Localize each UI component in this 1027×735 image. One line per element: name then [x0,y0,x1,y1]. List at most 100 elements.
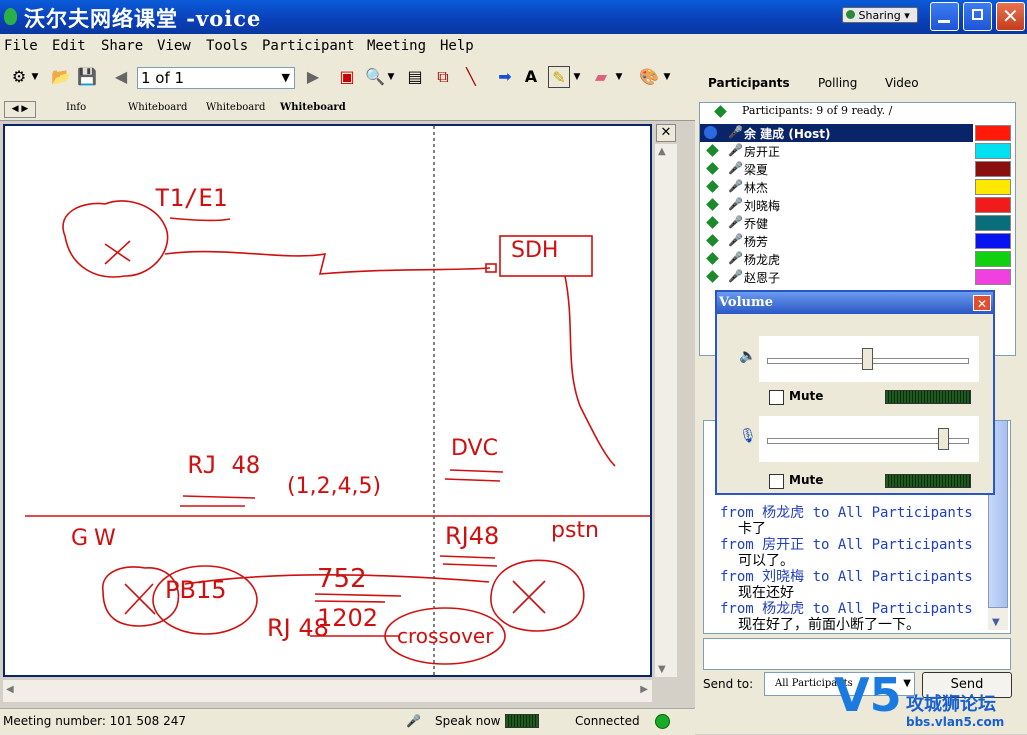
save-icon[interactable]: 💾 [76,66,98,88]
microphone-icon: 🎤 [728,251,743,265]
page-indicator: 1 of 1 [141,69,185,87]
color-palette-icon[interactable]: 🎨 [638,66,660,88]
participant-color [975,179,1011,195]
menu-bar: File Edit Share View Tools Participant M… [0,34,1027,58]
participant-name: 房开正 [744,145,781,159]
chevron-down-icon[interactable]: ▼ [30,66,40,88]
speak-now-label[interactable]: Speak now [435,714,501,728]
pointer-tool-icon[interactable]: ╲ [460,66,482,88]
label-pb15: PB15 [165,576,227,604]
participant-row[interactable]: 🎤 梁夏 [700,160,973,178]
scroll-up-icon[interactable]: ▲ [658,146,666,157]
speaker-mute-checkbox[interactable] [769,390,784,405]
next-page-icon[interactable]: ▶ [302,66,324,88]
sharing-icon [846,10,855,19]
mic-slider-thumb[interactable] [938,428,949,450]
scroll-left-icon[interactable]: ◀ [6,684,14,695]
mic-volume-area [759,416,979,462]
title-bar: 沃尔夫网络课堂 -voice Sharing ▾ ✕ [0,0,1027,34]
participant-row[interactable]: 🎤 林杰 [700,178,973,196]
scroll-right-icon[interactable]: ▶ [640,684,648,695]
tab-scroll-arrows[interactable]: ◀ ▶ [4,101,36,118]
host-globe-icon [704,126,717,139]
tab-whiteboard-3[interactable]: Whiteboard [280,102,346,113]
tab-video[interactable]: Video [885,76,919,90]
chevron-down-icon: ▼ [281,71,290,84]
arrow-tool-icon[interactable]: ➡ [494,66,516,88]
tab-polling[interactable]: Polling [818,76,857,90]
chat-message: 现在好了，前面小断了一下。 [738,617,920,633]
microphone-icon: 🎤 [728,125,743,139]
meeting-number: Meeting number: 101 508 247 [3,714,187,728]
chevron-down-icon[interactable]: ▼ [662,66,672,88]
ready-icon [706,180,719,193]
participant-row[interactable]: 🎤 杨龙虎 [700,250,973,268]
tab-info[interactable]: Info [66,102,86,113]
annotate-mode-icon[interactable]: ⚙ [8,66,30,88]
label-pstn: pstn [551,518,599,543]
participant-name: 杨芳 [744,235,769,249]
chevron-down-icon[interactable]: ▼ [614,66,624,88]
participant-color [975,233,1011,249]
watermark-url: bbs.vlan5.com [906,715,1005,729]
slide-show-icon[interactable]: ▣ [336,66,358,88]
tab-whiteboard-1[interactable]: Whiteboard [128,102,187,113]
thumbnails-icon[interactable]: ▤ [404,66,426,88]
speaker-volume-area [759,336,979,382]
participant-name: 林杰 [744,181,769,195]
pen-tool-icon[interactable]: ✎ [548,66,570,88]
speaker-mute-label: Mute [789,389,824,403]
menu-tools[interactable]: Tools [206,38,248,54]
participant-row[interactable]: 🎤 杨芳 [700,232,973,250]
tab-whiteboard-2[interactable]: Whiteboard [206,102,265,113]
close-document-button[interactable]: ✕ [656,124,676,142]
previous-page-icon[interactable]: ◀ [110,66,132,88]
speaker-slider-thumb[interactable] [862,348,873,370]
menu-participant[interactable]: Participant [262,38,355,54]
ready-icon [706,270,719,283]
menu-meeting[interactable]: Meeting [367,38,426,54]
tab-participants[interactable]: Participants [708,76,790,90]
microphone-icon: 🎤 [728,143,743,157]
connected-indicator-icon [655,714,670,729]
close-button[interactable]: ✕ [996,2,1025,31]
ready-icon [706,216,719,229]
sharing-dropdown[interactable]: Sharing ▾ [842,7,918,23]
participant-row[interactable]: 🎤 赵恩子 [700,268,973,286]
open-folder-icon[interactable]: 📂 [50,66,72,88]
ready-icon [706,162,719,175]
canvas-vertical-scrollbar[interactable]: ▲ ▼ [655,144,677,677]
text-tool-icon[interactable]: A [520,66,542,88]
ready-icon [706,252,719,265]
mic-mute-checkbox[interactable] [769,474,784,489]
participant-row[interactable]: 🎤 乔健 [700,214,973,232]
chevron-down-icon[interactable]: ▼ [386,66,396,88]
canvas-horizontal-scrollbar[interactable]: ◀ ▶ [3,680,652,702]
participant-row[interactable]: 🎤 余 建成 (Host) [700,124,973,142]
maximize-button[interactable] [963,2,992,31]
eraser-icon[interactable]: ▰ [590,66,612,88]
zoom-icon[interactable]: 🔍 [364,66,386,88]
sharing-label: Sharing [858,9,901,22]
whiteboard-canvas[interactable]: T1/E1 SDH RJ 48 (1,2,4,5) DVC RJ48 PB15 … [3,124,652,677]
close-volume-button[interactable]: ✕ [973,295,991,311]
page-select[interactable]: 1 of 1 ▼ [137,67,295,89]
scroll-down-icon[interactable]: ▼ [658,664,666,675]
minimize-button[interactable] [930,2,959,31]
menu-share[interactable]: Share [101,38,143,54]
volume-title: Volume [717,292,993,314]
label-crossover: crossover [397,624,494,648]
menu-help[interactable]: Help [440,38,474,54]
scroll-down-icon[interactable]: ▼ [992,617,1000,628]
menu-edit[interactable]: Edit [52,38,86,54]
participant-row[interactable]: 🎤 房开正 [700,142,973,160]
chat-input[interactable] [703,638,1011,670]
ready-icon [706,144,719,157]
menu-file[interactable]: File [4,38,38,54]
mic-level-meter [885,474,971,488]
screen-capture-icon[interactable]: ⧉ [432,66,454,88]
menu-view[interactable]: View [157,38,191,54]
participant-row[interactable]: 🎤 刘晓梅 [700,196,973,214]
label-gw: GW [71,526,122,551]
chevron-down-icon[interactable]: ▼ [572,66,582,88]
